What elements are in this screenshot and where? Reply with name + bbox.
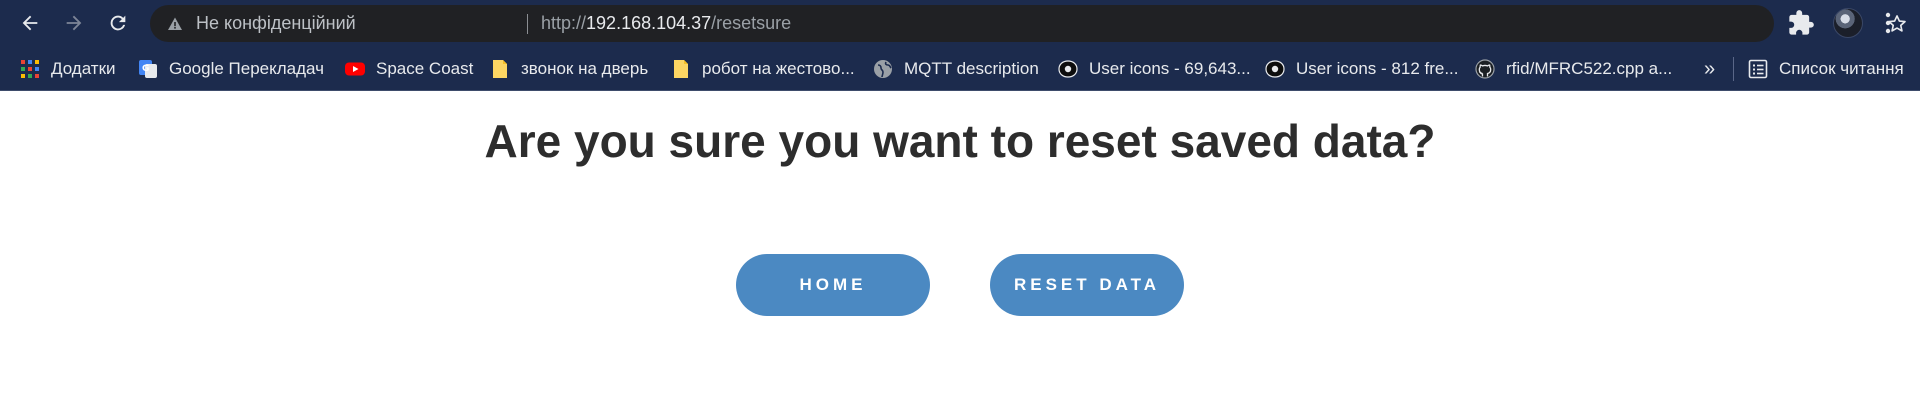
user-icons-site-icon [1265,60,1285,78]
bookmark-gesture-robot[interactable]: робот на жестово... [671,47,855,91]
reading-list-label: Список читання [1779,59,1904,78]
forward-button[interactable] [56,5,92,41]
reset-data-button[interactable]: RESET DATA [990,254,1184,316]
bookmark-label: звонок на дверь [521,59,649,78]
bookmark-label: робот на жестово... [702,59,855,78]
back-button[interactable] [12,5,48,41]
url-host: 192.168.104.37 [586,13,712,33]
youtube-icon [345,62,365,76]
bookmark-label: Додатки [51,59,116,78]
bookmarks-overflow-button[interactable]: » [1704,47,1715,91]
reading-list-button[interactable]: Список читання [1748,47,1904,91]
page-title: Are you sure you want to reset saved dat… [484,115,1436,167]
bookmark-label: MQTT description [904,59,1039,78]
bookmark-rfid[interactable]: rfid/MFRC522.cpp a... [1475,47,1672,91]
bookmark-label: rfid/MFRC522.cpp a... [1506,59,1673,78]
bookmark-label: Google Перекладач [169,59,324,78]
reload-icon [110,15,126,31]
arrow-right-icon [66,15,82,31]
file-icon [674,60,688,78]
bookmark-label: Space Coast [376,59,474,78]
apps-grid-icon [21,60,39,78]
warning-icon [168,17,182,30]
security-status[interactable]: Не конфіденційний [196,5,356,42]
svg-text:G: G [142,64,149,74]
address-divider [527,14,528,34]
github-icon [1475,59,1495,79]
arrow-left-icon [22,15,38,31]
bookmarks-divider [1733,57,1734,81]
puzzle-icon[interactable] [1787,8,1815,38]
google-translate-icon: G [139,60,157,78]
address-bar[interactable]: Не конфіденційний http://192.168.104.37/… [150,5,1906,42]
bookmark-mqtt[interactable]: MQTT description [873,47,1039,91]
kebab-menu-icon[interactable] [1880,10,1896,36]
reading-list-icon [1748,59,1768,79]
bookmark-doorbell[interactable]: звонок на дверь [490,47,648,91]
browser-toolbar: Не конфіденційний http://192.168.104.37/… [0,0,1920,47]
home-button[interactable]: HOME [736,254,930,316]
url-scheme: http:// [541,13,587,33]
bookmark-apps[interactable]: Додатки [20,47,116,91]
bookmark-label: User icons - 69,643... [1089,59,1251,78]
url-text[interactable]: http://192.168.104.37/resetsure [541,5,791,42]
bookmark-user-icons-1[interactable]: User icons - 69,643... [1058,47,1251,91]
globe-icon [874,60,892,78]
profile-avatar[interactable] [1833,8,1863,38]
bookmark-space-coast[interactable]: Space Coast [345,47,473,91]
page-content: Are you sure you want to reset saved dat… [0,92,1920,408]
url-path: /resetsure [711,13,792,33]
bookmark-google-translate[interactable]: G Google Перекладач [138,47,324,91]
bookmark-label: User icons - 812 fre... [1296,59,1459,78]
reload-button[interactable] [100,5,136,41]
file-icon [493,60,507,78]
bookmark-user-icons-2[interactable]: User icons - 812 fre... [1265,47,1459,91]
bookmarks-bar: Додатки G Google Перекладач Space Coast … [0,47,1920,91]
user-icons-site-icon [1058,60,1078,78]
